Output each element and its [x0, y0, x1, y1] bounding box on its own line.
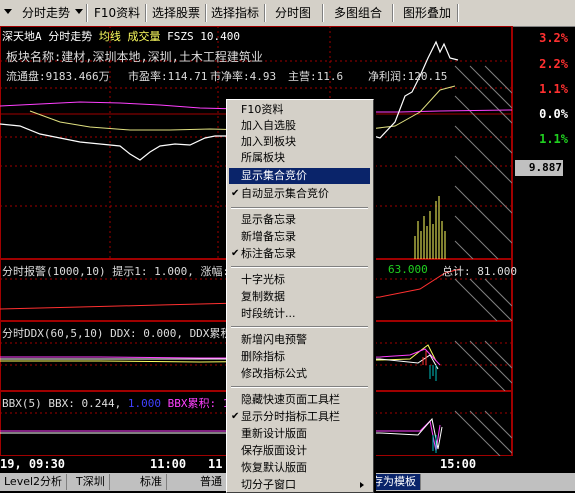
toolbar-multi-chart-button[interactable]: 多图组合	[331, 3, 385, 23]
toolbar-f10-button[interactable]: F10资料	[91, 3, 143, 23]
menu-item-show-memo[interactable]: 显示备忘录	[229, 212, 370, 228]
toolbar: 分时走势 F10资料 选择股票 选择指标 分时图 多图组合 图形叠加	[0, 0, 575, 27]
menu-item-hide-quick-toolbar[interactable]: 隐藏快速页面工具栏	[229, 392, 370, 408]
menu-item-crosshair[interactable]: 十字光标	[229, 272, 370, 288]
toolbar-overlay-button[interactable]: 图形叠加	[400, 3, 454, 23]
time-label-1100: 11:00	[150, 457, 187, 471]
code-label: FSZS	[167, 30, 194, 43]
bbx-label: BBX(5) BBX: 0.244,	[2, 397, 122, 410]
dropdown-arrow-icon[interactable]	[4, 9, 12, 14]
tab-normal[interactable]: 普通	[196, 474, 227, 490]
checkmark-icon: ✔	[231, 411, 240, 422]
bbx-indicator-label: BBX(5) BBX: 0.244, 1.000 BBX累积: 1.5	[2, 395, 243, 411]
tab-shenzhen[interactable]: T深圳	[72, 474, 110, 490]
menu-separator	[231, 326, 368, 328]
toolbar-intraday-chart-button[interactable]: 分时图	[272, 3, 314, 23]
menu-item-auto-show-auction[interactable]: ✔ 自动显示集合竞价	[229, 186, 370, 202]
pct-label-1-1: 1.1%	[539, 82, 568, 96]
menu-separator	[231, 207, 368, 209]
menu-item-f10[interactable]: F10资料	[229, 102, 370, 118]
menu-item-add-watchlist[interactable]: 加入自选股	[229, 118, 370, 134]
right-scale: 3.2% 2.2% 1.1% 0.0% 1.1% 9.887	[512, 26, 575, 456]
toolbar-separator	[264, 4, 265, 22]
main-business: 主营:11.6	[288, 70, 344, 83]
alert-value: 63.000	[388, 263, 428, 276]
chevron-down-icon[interactable]	[75, 9, 83, 14]
view-name: 分时走势	[48, 30, 93, 43]
menu-item-save-layout[interactable]: 保存版面设计	[229, 443, 370, 459]
pct-label-2-2: 2.2%	[539, 57, 568, 71]
tab-save-template[interactable]: 存为模板	[368, 474, 421, 490]
menu-item-mark-memo[interactable]: ✔ 标注备忘录	[229, 246, 370, 262]
alert-indicator-label: 分时报警(1000,10) 提示1: 1.000, 涨幅:	[2, 265, 230, 278]
menu-item-show-auction[interactable]: 显示集合竞价	[229, 168, 370, 184]
toolbar-separator	[392, 4, 393, 22]
menu-item-new-flash-alert[interactable]: 新增闪电预警	[229, 332, 370, 348]
time-label-1500: 15:00	[440, 457, 477, 471]
context-menu: F10资料 加入自选股 加入到板块 所属板块 显示集合竞价 ✔ 自动显示集合竞价 …	[226, 99, 374, 493]
menu-item-show-indicator-toolbar[interactable]: ✔ 显示分时指标工具栏	[229, 409, 370, 425]
pct-label-zero: 0.0%	[539, 107, 568, 121]
menu-item-add-to-sector[interactable]: 加入到板块	[229, 134, 370, 150]
menu-item-edit-formula[interactable]: 修改指标公式	[229, 366, 370, 382]
pct-label-neg-1-1: 1.1%	[539, 132, 568, 146]
menu-item-redesign-layout[interactable]: 重新设计版面	[229, 426, 370, 442]
toolbar-separator	[322, 4, 323, 22]
toolbar-separator	[457, 4, 458, 22]
avg-label: 均线	[98, 30, 121, 43]
ddx-indicator-label: 分时DDX(60,5,10) DDX: 0.000, DDX累积:	[2, 327, 239, 340]
toolbar-separator	[205, 4, 206, 22]
vol-label: 成交量	[127, 30, 161, 43]
pb-value: 市净率:4.93	[210, 70, 277, 83]
right-price: 9.887	[528, 161, 562, 174]
menu-separator	[231, 266, 368, 268]
menu-item-restore-layout[interactable]: 恢复默认版面	[229, 460, 370, 476]
tab-standard[interactable]: 标准	[136, 474, 167, 490]
toolbar-select-stock-button[interactable]: 选择股票	[149, 3, 203, 23]
float-shares: 流通盘:9183.466万	[6, 70, 110, 83]
stock-name: 深天地A	[2, 30, 42, 43]
checkmark-icon: ✔	[231, 248, 240, 259]
time-label-11: 11	[208, 457, 223, 471]
time-label-start: 19, 09:30	[0, 457, 66, 471]
pe-static: 市盈率:114.71	[128, 70, 208, 83]
alert-total: 总计: 81.000	[442, 265, 517, 278]
menu-item-delete-indicator[interactable]: 删除指标	[229, 349, 370, 365]
tab-level2[interactable]: Level2分析	[0, 474, 68, 490]
price-value: 10.400	[200, 30, 240, 43]
stock-header-line: 深天地A 分时走势 均线 成交量 FSZS 10.400	[2, 28, 240, 44]
submenu-arrow-icon	[360, 482, 364, 488]
toolbar-separator	[86, 4, 87, 22]
checkmark-icon: ✔	[231, 188, 240, 199]
menu-item-new-memo[interactable]: 新增备忘录	[229, 229, 370, 245]
menu-item-copy-data[interactable]: 复制数据	[229, 289, 370, 305]
toolbar-intraday-button[interactable]: 分时走势	[19, 3, 73, 23]
menu-item-period-stats[interactable]: 时段统计...	[229, 306, 370, 322]
pct-label-3-2: 3.2%	[539, 31, 568, 45]
menu-separator	[231, 386, 368, 388]
net-profit: 净利润:120.15	[368, 70, 448, 83]
toolbar-separator	[145, 4, 146, 22]
sector-text: 板块名称:建材,深圳本地,深圳,土木工程建筑业	[6, 50, 263, 64]
toolbar-select-indicator-button[interactable]: 选择指标	[208, 3, 262, 23]
bbx-value: 1.000	[127, 397, 161, 410]
menu-item-belongs-sector[interactable]: 所属板块	[229, 150, 370, 166]
